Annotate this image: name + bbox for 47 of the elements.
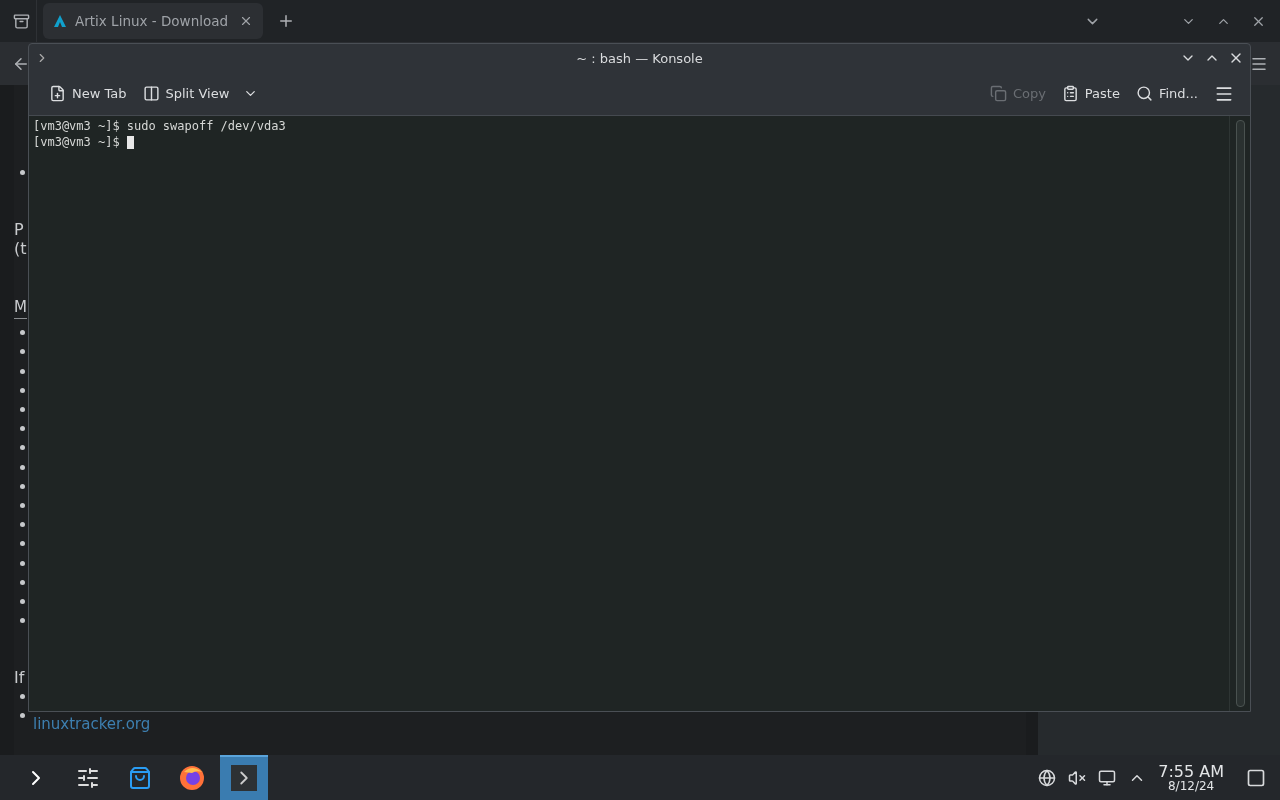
copy-icon	[989, 85, 1007, 102]
page-text: If	[14, 668, 26, 688]
bullet-icon	[20, 522, 25, 528]
bullet-icon	[20, 464, 25, 470]
new-tab-button[interactable]: New Tab	[43, 81, 133, 106]
new-tab-icon[interactable]	[277, 12, 295, 30]
bullet-icon	[20, 426, 25, 432]
bullet-icon	[20, 368, 25, 374]
clipboard-icon	[1061, 85, 1079, 102]
bullet-icon	[20, 330, 25, 336]
bullet-icon	[20, 618, 25, 624]
close-icon[interactable]	[239, 14, 253, 28]
terminal-line: [vm3@vm3 ~]$ sudo swapoff /dev/vda3	[33, 118, 287, 134]
bullet-icon	[20, 407, 25, 413]
browser-tab[interactable]: Artix Linux - Download	[43, 3, 263, 39]
split-view-button[interactable]: Split View	[136, 81, 265, 106]
heading-link[interactable]: M	[14, 296, 27, 320]
bullet-icon	[20, 694, 25, 700]
mute-icon[interactable]	[1068, 768, 1087, 787]
bullet-icon	[20, 483, 25, 489]
bullet-icon	[20, 579, 25, 585]
bullet-icon	[20, 713, 25, 719]
monitor-icon[interactable]	[1098, 768, 1117, 787]
page-text: (t	[14, 239, 28, 259]
bullet-icon	[20, 541, 25, 547]
bullet-icon	[20, 598, 25, 604]
network-icon[interactable]	[1038, 768, 1057, 787]
find-button[interactable]: Find...	[1129, 81, 1204, 106]
window-title: ~ : bash — Konsole	[575, 50, 704, 66]
columns-icon	[142, 85, 160, 102]
logo-icon	[53, 14, 67, 28]
show-desktop-icon[interactable]	[1246, 767, 1266, 788]
bullet-icon	[20, 445, 25, 451]
scrollbar[interactable]	[1235, 120, 1245, 707]
clock[interactable]: 7:55 AM 8/12/24	[1158, 763, 1224, 792]
bullet-icon	[20, 349, 25, 355]
search-icon	[1135, 85, 1153, 102]
page-text: P	[14, 220, 25, 240]
terminal-line: [vm3@vm3 ~]$	[33, 134, 1225, 150]
paste-button[interactable]: Paste	[1055, 81, 1126, 106]
bullet-icon	[20, 560, 25, 566]
bullet-icon	[20, 387, 25, 393]
link[interactable]: linuxtracker.org	[33, 714, 151, 733]
bullet-icon	[20, 170, 25, 176]
new-tab-icon	[49, 85, 66, 102]
bullet-icon	[20, 502, 25, 508]
terminal-icon[interactable]	[220, 755, 268, 800]
